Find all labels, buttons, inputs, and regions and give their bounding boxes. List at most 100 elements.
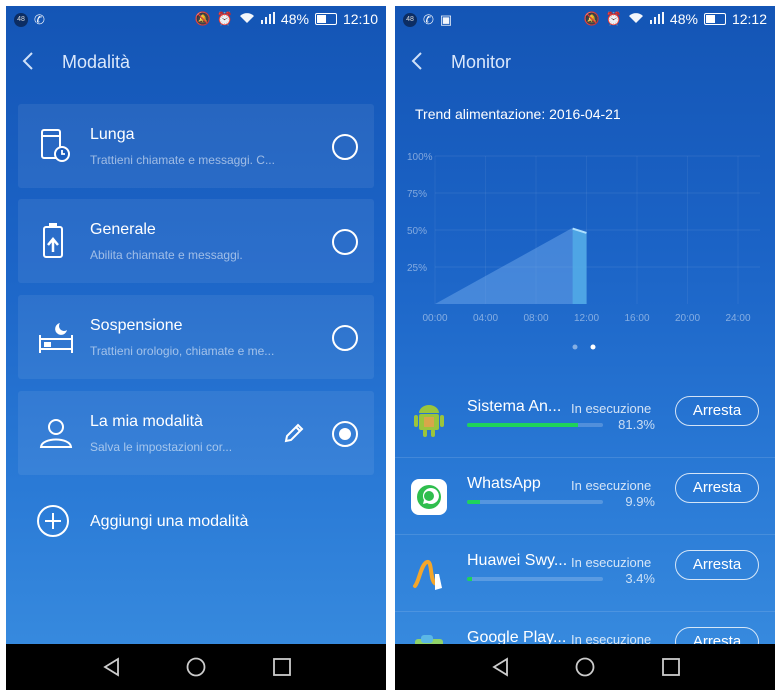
phone-right-screen: 48 ✆ ▣ 🔕 ⏰ 48% 12:12 Monitor Trend alime… — [395, 6, 775, 690]
title-bar: Monitor — [395, 34, 775, 90]
app-usage-fill — [467, 577, 472, 581]
navigation-bar — [395, 644, 775, 690]
y-tick-label: 100% — [407, 152, 433, 163]
mode-description: Trattieni orologio, chiamate e me... — [90, 344, 275, 358]
mode-name: Generale — [90, 221, 156, 238]
phone-clock-icon — [41, 129, 70, 162]
back-arrow-icon[interactable] — [407, 50, 429, 72]
nav-back-icon[interactable] — [491, 657, 511, 677]
app-usage-percent: 3.4% — [625, 571, 655, 586]
battery-percent: 48% — [669, 11, 698, 27]
mode-radio[interactable] — [332, 325, 358, 351]
x-tick-label: 04:00 — [473, 313, 498, 324]
app-name: WhatsApp — [467, 475, 541, 492]
page-indicator — [572, 344, 596, 350]
clock: 12:10 — [342, 11, 378, 27]
title-bar: Modalità — [6, 34, 386, 90]
battery-icon — [703, 13, 726, 25]
status-bar: 48 ✆ 🔕 ⏰ 48% 12:10 — [6, 6, 386, 34]
phone-left-screen: 48 ✆ 🔕 ⏰ 48% 12:10 Modalità Lunga Tratti… — [6, 6, 386, 690]
page-dot-active[interactable] — [590, 344, 596, 350]
power-trend-chart: 100% 75% 50% 25% 00:00 04:00 08:00 12:00 16:00 20… — [407, 152, 760, 324]
page-title: Modalità — [62, 52, 131, 72]
x-tick-label: 20:00 — [675, 313, 700, 324]
x-tick-label: 00:00 — [422, 313, 447, 324]
chart-title: Trend alimentazione: 2016-04-21 — [415, 106, 621, 122]
stop-app-button[interactable]: Arresta — [675, 550, 759, 580]
mode-description: Abilita chiamate e messaggi. — [90, 248, 243, 262]
nav-home-icon[interactable] — [575, 657, 595, 677]
x-tick-label: 16:00 — [624, 313, 649, 324]
x-tick-label: 24:00 — [725, 313, 750, 324]
mute-icon: 🔕 — [583, 11, 600, 26]
app-status: In esecuzione — [571, 401, 652, 416]
mode-card-lunga[interactable]: Lunga Trattieni chiamate e messaggi. C..… — [18, 104, 374, 188]
app-row: WhatsApp In esecuzione 9.9% Arresta — [395, 457, 775, 535]
y-tick-label: 50% — [407, 226, 427, 237]
mode-description: Salva le impostazioni cor... — [90, 440, 233, 454]
nav-recents-icon[interactable] — [661, 657, 681, 677]
mute-icon: 🔕 — [194, 11, 211, 26]
y-tick-label: 25% — [407, 263, 427, 274]
android-icon — [414, 405, 444, 437]
mode-radio[interactable] — [332, 134, 358, 160]
app-usage-percent: 9.9% — [625, 494, 655, 509]
bed-moon-icon — [39, 323, 73, 353]
status-bar: 48 ✆ ▣ 🔕 ⏰ 48% 12:12 — [395, 6, 775, 34]
page-dot[interactable] — [572, 344, 578, 350]
app-usage-bar — [467, 423, 603, 427]
mode-card-la-mia-modalita[interactable]: La mia modalità Salva le impostazioni co… — [18, 391, 374, 475]
app-name: Huawei Swy... — [467, 552, 567, 569]
stop-app-button[interactable]: Arresta — [675, 396, 759, 426]
clock: 12:12 — [731, 11, 767, 27]
page-title: Monitor — [451, 52, 512, 72]
alarm-icon: ⏰ — [605, 11, 622, 26]
notification-badge: 48 — [403, 13, 417, 27]
app-usage-percent: 81.3% — [618, 417, 655, 432]
app-name: Sistema An... — [467, 398, 562, 415]
y-tick-label: 75% — [407, 189, 427, 200]
app-status: In esecuzione — [571, 478, 652, 493]
whatsapp-icon — [411, 479, 447, 515]
mode-card-sospensione[interactable]: Sospensione Trattieni orologio, chiamate… — [18, 295, 374, 379]
stop-app-button[interactable]: Arresta — [675, 473, 759, 503]
app-usage-fill — [467, 500, 481, 504]
mode-radio[interactable] — [332, 229, 358, 255]
app-row: Huawei Swy... In esecuzione 3.4% Arresta — [395, 534, 775, 612]
signal-icon — [260, 11, 275, 27]
battery-up-icon — [43, 223, 63, 258]
nav-back-icon[interactable] — [102, 657, 122, 677]
mode-radio-selected[interactable] — [332, 421, 358, 447]
nav-recents-icon[interactable] — [272, 657, 292, 677]
signal-icon — [649, 11, 664, 27]
whatsapp-notification-icon: ✆ — [423, 12, 434, 27]
app-usage-bar — [467, 577, 603, 581]
app-usage-bar — [467, 500, 603, 504]
user-icon — [39, 419, 73, 448]
x-tick-label: 12:00 — [574, 313, 599, 324]
mode-name: Lunga — [90, 126, 135, 143]
swype-icon — [413, 560, 442, 590]
mode-card-generale[interactable]: Generale Abilita chiamate e messaggi. — [18, 199, 374, 283]
image-notification-icon: ▣ — [439, 12, 453, 27]
mode-description: Trattieni chiamate e messaggi. C... — [90, 153, 275, 167]
wifi-icon — [628, 12, 644, 27]
battery-icon — [314, 13, 337, 25]
power-area-current — [572, 228, 587, 304]
x-tick-label: 08:00 — [523, 313, 548, 324]
back-arrow-icon[interactable] — [18, 50, 40, 72]
alarm-icon: ⏰ — [216, 11, 233, 26]
wifi-icon — [239, 12, 255, 27]
whatsapp-notification-icon: ✆ — [34, 12, 45, 27]
mode-name: La mia modalità — [90, 413, 203, 430]
navigation-bar — [6, 644, 386, 690]
add-circle-icon — [37, 505, 69, 537]
battery-percent: 48% — [280, 11, 309, 27]
app-usage-fill — [467, 423, 578, 427]
power-area — [435, 228, 587, 304]
nav-home-icon[interactable] — [186, 657, 206, 677]
edit-pencil-icon[interactable] — [282, 421, 306, 445]
add-mode-label: Aggiungi una modalità — [90, 513, 249, 530]
app-row: Sistema An... In esecuzione 81.3% Arresta — [395, 380, 775, 458]
notification-badge: 48 — [14, 13, 28, 27]
